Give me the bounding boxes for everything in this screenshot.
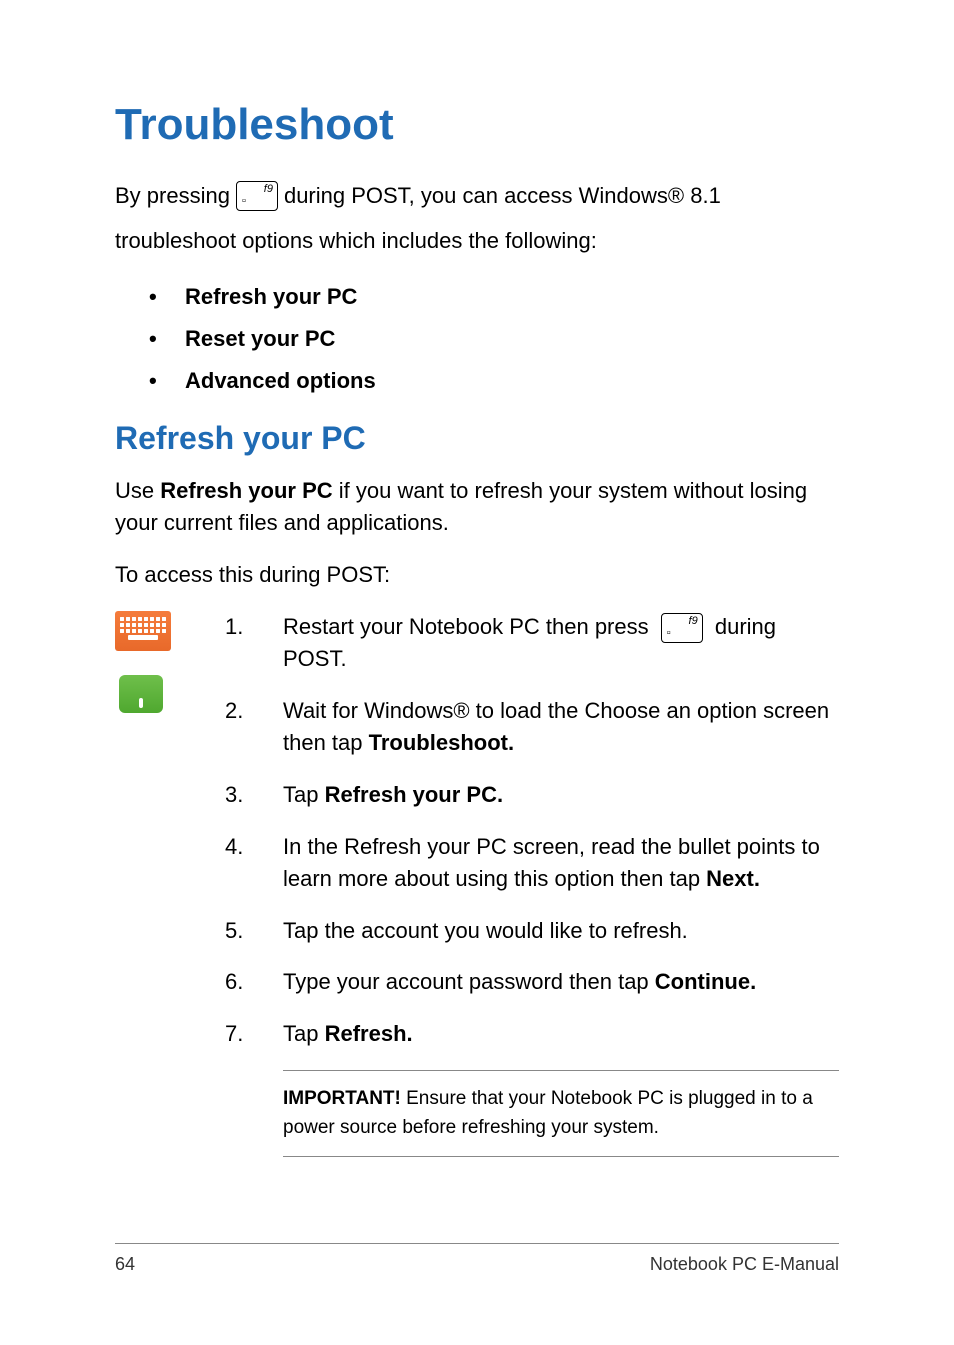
section-subtitle: Refresh your PC	[115, 420, 839, 457]
step3-bold: Refresh your PC.	[325, 782, 504, 807]
page-title: Troubleshoot	[115, 100, 839, 150]
intro-line-1: By pressing ▫ f9 during POST, you can ac…	[115, 178, 839, 213]
desc-bold: Refresh your PC	[160, 478, 332, 503]
step-number: 6.	[225, 966, 253, 998]
step-text: Tap the account you would like to refres…	[283, 915, 839, 947]
step2-pre: Wait for Windows® to load the Choose an …	[283, 698, 829, 755]
step-number: 5.	[225, 915, 253, 947]
access-line: To access this during POST:	[115, 559, 839, 591]
intro-post: during POST, you can access Windows® 8.1	[284, 178, 721, 213]
step6-bold: Continue.	[655, 969, 756, 994]
step-number: 7.	[225, 1018, 253, 1050]
key-label: f9	[689, 616, 698, 627]
step-3: 3. Tap Refresh your PC.	[225, 779, 839, 811]
step-number: 3.	[225, 779, 253, 811]
step-4: 4. In the Refresh your PC screen, read t…	[225, 831, 839, 895]
key-label: f9	[264, 184, 273, 195]
step-6: 6. Type your account password then tap C…	[225, 966, 839, 998]
key-symbol: ▫	[667, 628, 671, 639]
step-number: 1.	[225, 611, 253, 675]
step7-bold: Refresh.	[325, 1021, 413, 1046]
step-1: 1. Restart your Notebook PC then press ▫…	[225, 611, 839, 675]
f9-key-icon: ▫ f9	[236, 181, 278, 211]
intro-line-2: troubleshoot options which includes the …	[115, 223, 839, 258]
page-footer: 64 Notebook PC E-Manual	[115, 1243, 839, 1275]
steps-column: 1. Restart your Notebook PC then press ▫…	[225, 611, 839, 1157]
key-symbol: ▫	[242, 196, 246, 207]
bullet-reset: Reset your PC	[115, 326, 839, 352]
step-text: In the Refresh your PC screen, read the …	[283, 831, 839, 895]
description-paragraph: Use Refresh your PC if you want to refre…	[115, 475, 839, 539]
step1-pre: Restart your Notebook PC then press	[283, 614, 655, 639]
step3-pre: Tap	[283, 782, 325, 807]
step-text: Type your account password then tap Cont…	[283, 966, 839, 998]
step-text: Wait for Windows® to load the Choose an …	[283, 695, 839, 759]
step-text: Tap Refresh your PC.	[283, 779, 839, 811]
bullet-refresh: Refresh your PC	[115, 284, 839, 310]
step7-pre: Tap	[283, 1021, 325, 1046]
note-label: IMPORTANT!	[283, 1088, 401, 1109]
step-number: 4.	[225, 831, 253, 895]
intro-pre: By pressing	[115, 178, 230, 213]
step-number: 2.	[225, 695, 253, 759]
step-2: 2. Wait for Windows® to load the Choose …	[225, 695, 839, 759]
keyboard-icon	[115, 611, 171, 651]
page-number: 64	[115, 1254, 135, 1275]
step-text: Tap Refresh.	[283, 1018, 839, 1050]
icon-column	[115, 611, 195, 1157]
step4-bold: Next.	[706, 866, 760, 891]
f9-key-icon: ▫ f9	[661, 613, 703, 643]
bullet-advanced: Advanced options	[115, 368, 839, 394]
steps-wrapper: 1. Restart your Notebook PC then press ▫…	[115, 611, 839, 1157]
touchpad-icon	[119, 675, 163, 713]
step6-pre: Type your account password then tap	[283, 969, 655, 994]
step2-bold: Troubleshoot.	[369, 730, 514, 755]
doc-title: Notebook PC E-Manual	[650, 1254, 839, 1275]
important-note: IMPORTANT! Ensure that your Notebook PC …	[283, 1070, 839, 1157]
step-5: 5. Tap the account you would like to ref…	[225, 915, 839, 947]
step-text: Restart your Notebook PC then press ▫f9 …	[283, 611, 839, 675]
options-list: Refresh your PC Reset your PC Advanced o…	[115, 284, 839, 394]
desc-pre: Use	[115, 478, 160, 503]
step-7: 7. Tap Refresh.	[225, 1018, 839, 1050]
